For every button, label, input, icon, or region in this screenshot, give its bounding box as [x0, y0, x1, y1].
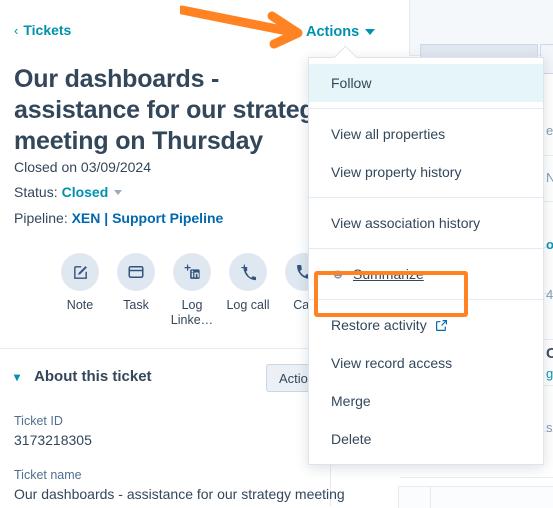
bg-divider [398, 486, 399, 508]
quick-action-label: Task [123, 298, 149, 312]
quick-action-label: Log call [226, 298, 270, 312]
menu-group: Summarize [309, 249, 543, 300]
menu-item-label: Merge [331, 393, 371, 409]
bg-text-fragment: e [546, 123, 553, 138]
ai-summarize-icon [331, 267, 345, 281]
bg-bottom-bar [398, 486, 553, 508]
chevron-down-icon[interactable] [114, 189, 123, 195]
about-title: About this ticket [34, 368, 152, 385]
actions-label: Actions [306, 24, 360, 40]
menu-item-delete[interactable]: Delete [309, 420, 543, 458]
panel-divider [0, 348, 330, 349]
field-ticket-name: Ticket name Our dashboards - assistance … [14, 468, 345, 502]
menu-item-label: Delete [331, 431, 372, 447]
quick-action-log-linkedin[interactable]: Log Linke… [168, 253, 216, 328]
page-title: Our dashboards - assistance for our stra… [14, 65, 329, 155]
status-row: Status: Closed [14, 184, 123, 200]
status-badge[interactable]: Closed [62, 184, 109, 200]
menu-item-label: View all properties [331, 126, 446, 142]
breadcrumb-label: Tickets [23, 22, 72, 38]
menu-item-label: Summarize [353, 266, 424, 282]
menu-item-view-property-history[interactable]: View property history [309, 153, 543, 191]
about-this-ticket-header[interactable]: ▾ About this ticket [14, 368, 152, 385]
caret-down-icon [365, 29, 376, 35]
menu-group: Follow [309, 58, 543, 109]
menu-item-label: Follow [331, 75, 372, 91]
task-window-icon [117, 253, 155, 291]
closed-date: Closed on 03/09/2024 [14, 159, 151, 175]
field-value: Our dashboards - assistance for our stra… [14, 486, 345, 502]
menu-item-view-all-properties[interactable]: View all properties [309, 115, 543, 153]
chevron-down-icon[interactable]: ▾ [14, 370, 20, 384]
actions-dropdown-menu: Follow View all properties View property… [308, 57, 544, 465]
menu-item-label: View property history [331, 164, 462, 180]
menu-item-merge[interactable]: Merge [309, 382, 543, 420]
menu-item-view-association-history[interactable]: View association history [309, 204, 543, 242]
status-label: Status: [14, 184, 58, 200]
menu-item-label: View association history [331, 215, 481, 231]
log-linkedin-icon [173, 253, 211, 291]
menu-item-restore-activity[interactable]: Restore activity [309, 306, 543, 344]
annotation-arrow-icon [180, 5, 303, 49]
quick-action-note[interactable]: Note [56, 253, 104, 328]
field-label: Ticket ID [14, 414, 63, 428]
menu-group: View all properties View property histor… [309, 109, 543, 198]
bg-text-fragment: C [546, 345, 553, 362]
pipeline-link[interactable]: XEN | Support Pipeline [72, 210, 224, 226]
bg-text-fragment: N [546, 170, 553, 185]
field-ticket-id: Ticket ID 3173218305 [14, 414, 92, 448]
bg-text-fragment: g [546, 366, 553, 381]
field-value: 3173218305 [14, 432, 92, 448]
menu-group: Restore activity View record access Merg… [309, 300, 543, 464]
bg-text-fragment: s, [546, 420, 553, 435]
menu-item-follow[interactable]: Follow [309, 64, 543, 102]
actions-dropdown-trigger[interactable]: Actions [306, 24, 376, 40]
quick-action-label: Log Linke… [170, 298, 214, 327]
quick-action-label: Note [66, 298, 94, 312]
menu-item-summarize[interactable]: Summarize [309, 255, 543, 293]
external-link-icon [435, 319, 448, 332]
menu-item-label: Restore activity [331, 317, 427, 333]
pipeline-label: Pipeline: [14, 210, 68, 226]
field-label: Ticket name [14, 468, 82, 482]
pipeline-row: Pipeline: XEN | Support Pipeline [14, 210, 223, 226]
note-pencil-icon [61, 253, 99, 291]
quick-action-log-call[interactable]: Log call [224, 253, 272, 328]
chevron-left-icon: ‹ [14, 22, 19, 38]
quick-action-task[interactable]: Task [112, 253, 160, 328]
log-call-icon [229, 253, 267, 291]
menu-item-view-record-access[interactable]: View record access [309, 344, 543, 382]
bg-text-fragment: 4 [546, 287, 553, 302]
breadcrumb[interactable]: ‹ Tickets [14, 22, 71, 38]
menu-item-label: View record access [331, 355, 453, 371]
bg-text-fragment: o [546, 237, 553, 252]
bg-divider [430, 486, 431, 508]
quick-action-strip: Note Task Log Linke… Log call Call [56, 253, 328, 328]
menu-group: View association history [309, 198, 543, 249]
